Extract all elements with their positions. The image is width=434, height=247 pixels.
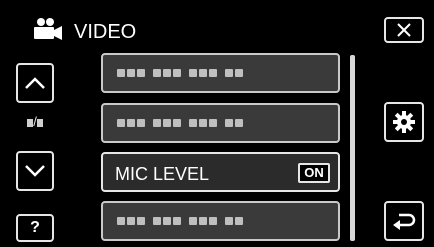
close-button[interactable]	[384, 17, 424, 43]
scrollbar[interactable]	[350, 55, 355, 241]
return-arrow-icon	[393, 213, 416, 230]
total-pages-indicator	[36, 118, 43, 127]
status-badge: ON	[298, 163, 330, 183]
settings-button[interactable]	[384, 102, 424, 142]
menu-item-label: MIC LEVEL	[115, 164, 210, 184]
scroll-down-button[interactable]	[16, 151, 54, 191]
chevron-up-icon	[25, 77, 45, 89]
page-title: VIDEO	[74, 21, 137, 43]
masked-label	[117, 217, 251, 227]
page-indicator: /	[18, 112, 52, 132]
menu-item-mic-level[interactable]: MIC LEVEL ON	[101, 152, 340, 192]
close-icon	[397, 23, 411, 37]
masked-label	[117, 119, 251, 129]
chevron-down-icon	[25, 165, 45, 177]
help-label: ?	[30, 219, 40, 236]
scroll-up-button[interactable]	[16, 63, 54, 103]
gear-icon	[393, 111, 415, 133]
masked-label	[117, 69, 251, 79]
help-button[interactable]: ?	[16, 214, 54, 242]
menu-item-masked[interactable]	[101, 201, 340, 241]
video-camera-icon	[30, 17, 64, 41]
menu-item-masked[interactable]	[101, 53, 340, 93]
back-button[interactable]	[384, 201, 424, 241]
menu-item-masked[interactable]	[101, 103, 340, 143]
